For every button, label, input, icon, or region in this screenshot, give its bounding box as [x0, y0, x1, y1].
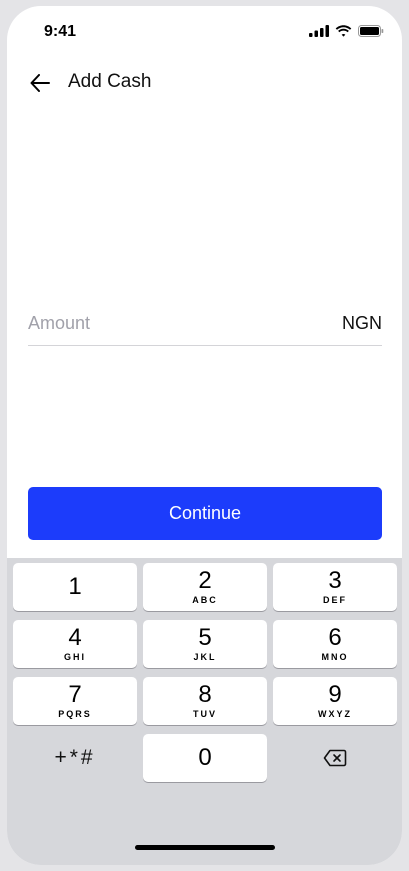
key-1[interactable]: 1	[13, 563, 137, 611]
key-5[interactable]: 5 JKL	[143, 620, 267, 668]
key-letters: JKL	[193, 652, 217, 662]
device-frame: 9:41 Add Cash Amount NGN Continue 1 2 AB…	[0, 0, 409, 871]
header: Add Cash	[7, 66, 402, 100]
key-letters: WXYZ	[318, 709, 352, 719]
key-letters: GHI	[63, 652, 86, 662]
key-letters: MNO	[321, 652, 349, 662]
currency-label: NGN	[342, 313, 382, 333]
status-bar: 9:41	[7, 6, 402, 56]
back-button[interactable]	[27, 70, 53, 96]
key-digit: 6	[328, 624, 342, 651]
key-0[interactable]: 0	[143, 734, 267, 782]
key-4[interactable]: 4 GHI	[13, 620, 137, 668]
key-letters: PQRS	[58, 709, 92, 719]
key-digit: 2	[198, 567, 212, 594]
key-6[interactable]: 6 MNO	[273, 620, 397, 668]
key-letters: DEF	[323, 595, 347, 605]
status-icons	[309, 25, 384, 37]
key-8[interactable]: 8 TUV	[143, 677, 267, 725]
key-3[interactable]: 3 DEF	[273, 563, 397, 611]
amount-field: NGN	[28, 308, 382, 346]
key-digit: 7	[68, 681, 82, 708]
cellular-signal-icon	[309, 25, 329, 37]
delete-key[interactable]	[273, 734, 397, 782]
key-symbols[interactable]: +*#	[13, 734, 137, 782]
key-digit: 0	[198, 744, 212, 771]
key-letters: TUV	[193, 709, 217, 719]
key-9[interactable]: 9 WXYZ	[273, 677, 397, 725]
continue-button[interactable]: Continue	[28, 487, 382, 540]
key-digit: 3	[328, 567, 342, 594]
key-2[interactable]: 2 ABC	[143, 563, 267, 611]
key-digit: 1	[68, 573, 82, 600]
key-letters: ABC	[192, 595, 218, 605]
page-title: Add Cash	[68, 71, 152, 92]
status-time: 9:41	[44, 23, 77, 40]
key-7[interactable]: 7 PQRS	[13, 677, 137, 725]
backspace-icon	[323, 749, 347, 767]
key-digit: 4	[68, 624, 82, 651]
battery-icon	[358, 25, 384, 37]
amount-input[interactable]	[28, 308, 308, 338]
key-digit: 8	[198, 681, 212, 708]
numeric-keypad: 1 2 ABC 3 DEF 4 GHI 5 JKL 6 MNO 7 PQRS 8…	[7, 558, 402, 865]
key-digit: 9	[328, 681, 342, 708]
symbols-label: +*#	[54, 746, 96, 769]
key-digit: 5	[198, 624, 212, 651]
wifi-icon	[335, 25, 352, 37]
screen: 9:41 Add Cash Amount NGN Continue 1 2 AB…	[7, 6, 402, 865]
arrow-left-icon	[30, 74, 50, 92]
home-indicator	[135, 845, 275, 850]
